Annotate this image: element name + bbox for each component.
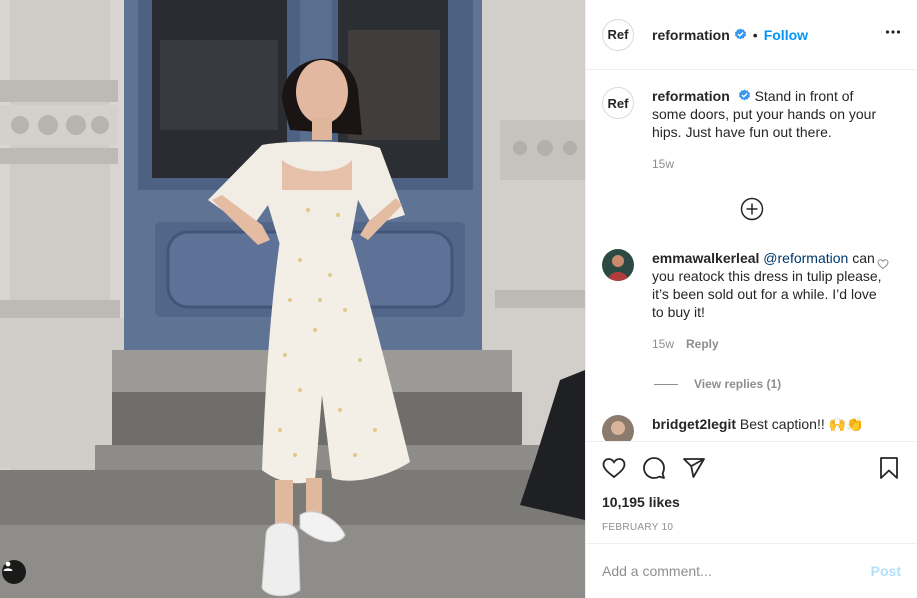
comment-username[interactable]: bridget2legit [652,416,736,432]
comment-username[interactable]: emmawalkerleal [652,250,759,266]
comments-list[interactable]: Ref reformation Stand in front of some d… [586,71,917,441]
view-replies-button[interactable]: View replies (1) [654,377,901,391]
reply-button[interactable]: Reply [686,337,719,351]
caption-avatar[interactable]: Ref [602,87,634,119]
heart-icon[interactable] [602,456,626,480]
commenter-avatar[interactable] [602,249,634,281]
commenter-avatar[interactable] [602,415,634,441]
caption-username[interactable]: reformation [652,88,730,104]
add-comment-bar: Post [586,543,917,598]
comment-item: bridget2legit Best caption!! 🙌👏 [602,415,901,441]
comment-mention[interactable]: @reformation [763,250,848,266]
more-horizontal-icon[interactable] [885,24,901,45]
share-icon[interactable] [682,456,706,480]
caption-time: 15w [652,157,675,171]
comment-icon[interactable] [642,456,666,480]
account-avatar[interactable]: Ref [602,18,634,51]
replies-divider [654,383,678,385]
comment-text: Best caption!! 🙌👏 [739,416,864,432]
account-username[interactable]: reformation [652,27,730,43]
likes-count[interactable]: 10,195 likes [602,494,901,510]
separator-dot: • [752,26,758,43]
post-header: Ref reformation • Follow [586,0,917,70]
user-tag-icon[interactable] [2,560,26,584]
view-replies-label[interactable]: View replies (1) [694,377,781,391]
photo-illustration [0,0,585,598]
load-more-icon[interactable] [602,197,901,221]
verified-badge-icon [734,28,746,40]
comment-like-heart-icon[interactable] [877,257,889,273]
post-date[interactable]: FEBRUARY 10 [602,522,901,533]
comment-input[interactable] [602,563,871,579]
save-icon[interactable] [877,456,901,480]
comment-item: emmawalkerleal @reformation can you reat… [602,249,901,353]
post-sidebar: Ref reformation • Follow Ref reformation… [585,0,917,598]
follow-button[interactable]: Follow [764,27,808,43]
comment-time: 15w [652,337,675,351]
post-button[interactable]: Post [871,563,901,579]
post-photo[interactable] [0,0,585,598]
verified-badge-icon [738,89,750,101]
post-actions: 10,195 likes FEBRUARY 10 [586,441,917,533]
caption: Ref reformation Stand in front of some d… [602,87,901,173]
